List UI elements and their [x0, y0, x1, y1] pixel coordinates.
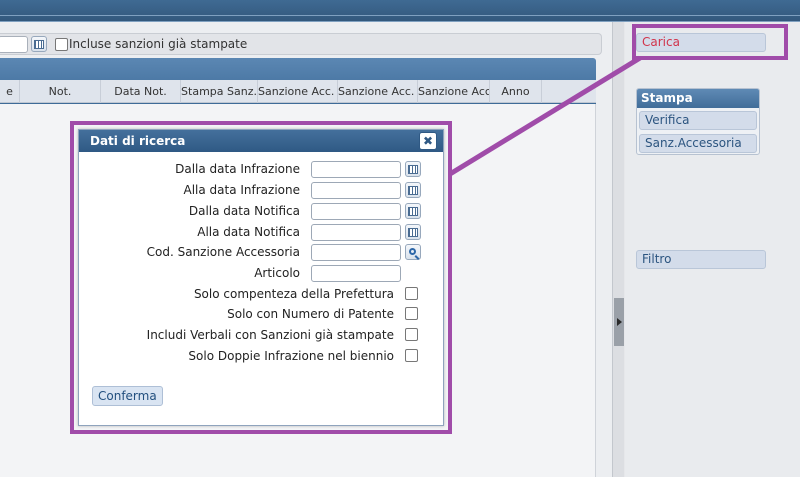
calendar-button[interactable]: [405, 203, 421, 219]
checkbox-label: Solo compenteza della Prefettura: [193, 287, 394, 301]
top-bar: [0, 0, 800, 22]
column-header[interactable]: Anno: [490, 80, 542, 103]
stampa-panel: Stampa Verifica Sanz.Accessoria: [636, 88, 760, 155]
field-label: Dalla data Infrazione: [175, 162, 300, 176]
checkbox-label: Solo Doppie Infrazione nel biennio: [188, 349, 394, 363]
dalla-data-notifica-input[interactable]: [311, 203, 401, 220]
stampa-panel-title: Stampa: [637, 89, 759, 108]
cod-sanzione-accessoria-input[interactable]: [311, 244, 401, 261]
close-icon[interactable]: ✖: [419, 132, 437, 150]
field-label: Articolo: [254, 266, 300, 280]
highlight-box-carica: [632, 24, 788, 60]
calendar-button[interactable]: [405, 161, 421, 177]
column-header[interactable]: Not.: [20, 80, 101, 103]
dialog-title: Dati di ricerca: [90, 134, 186, 148]
search-icon: [408, 247, 416, 255]
calendar-button[interactable]: [31, 36, 47, 52]
checkbox-label: Solo con Numero di Patente: [227, 307, 394, 321]
column-header[interactable]: Sanzione Acc. 1: [258, 80, 338, 103]
articolo-input[interactable]: [311, 265, 401, 282]
include-printed-checkbox[interactable]: [55, 38, 68, 51]
dialog-header: Dati di ricerca ✖: [79, 130, 443, 152]
solo-doppie-checkbox[interactable]: [405, 349, 418, 362]
includi-verbali-checkbox[interactable]: [405, 328, 418, 341]
search-dialog: Dati di ricerca ✖ Dalla data Infrazione …: [78, 129, 444, 426]
include-printed-label: Incluse sanzioni già stampate: [69, 37, 248, 51]
sanz-accessoria-button[interactable]: Sanz.Accessoria: [639, 134, 757, 153]
arrow-right-icon[interactable]: [614, 298, 624, 346]
column-header[interactable]: e: [0, 80, 20, 103]
search-button[interactable]: [405, 244, 421, 260]
field-label: Cod. Sanzione Accessoria: [146, 245, 300, 259]
filtro-button[interactable]: Filtro: [636, 250, 766, 269]
calendar-button[interactable]: [405, 182, 421, 198]
column-header[interactable]: Stampa Sanz.: [181, 80, 258, 103]
field-label: Alla data Notifica: [197, 225, 300, 239]
solo-patente-checkbox[interactable]: [405, 307, 418, 320]
calendar-icon: [408, 206, 418, 216]
filter-row: Incluse sanzioni già stampate: [0, 33, 602, 55]
grid-column-headers: e Not. Data Not. Stampa Sanz. Sanzione A…: [0, 80, 596, 103]
solo-prefettura-checkbox[interactable]: [405, 287, 418, 300]
alla-data-infrazione-input[interactable]: [311, 182, 401, 199]
calendar-button[interactable]: [405, 224, 421, 240]
calendar-icon: [408, 185, 418, 195]
dalla-data-infrazione-input[interactable]: [311, 161, 401, 178]
calendar-icon: [408, 164, 418, 174]
column-header[interactable]: Data Not.: [101, 80, 181, 103]
conferma-button[interactable]: Conferma: [92, 386, 163, 406]
field-label: Alla data Infrazione: [183, 183, 300, 197]
date-input[interactable]: [0, 36, 28, 53]
calendar-icon: [34, 39, 44, 49]
alla-data-notifica-input[interactable]: [311, 224, 401, 241]
checkbox-label: Includi Verbali con Sanzioni già stampat…: [146, 328, 394, 342]
calendar-icon: [408, 227, 418, 237]
column-header[interactable]: Sanzione Acc. 2: [338, 80, 418, 103]
column-header[interactable]: Sanzione Acc.: [418, 80, 490, 103]
verifica-button[interactable]: Verifica: [639, 111, 757, 130]
panel-splitter[interactable]: [612, 22, 624, 477]
field-label: Dalla data Notifica: [188, 204, 300, 218]
